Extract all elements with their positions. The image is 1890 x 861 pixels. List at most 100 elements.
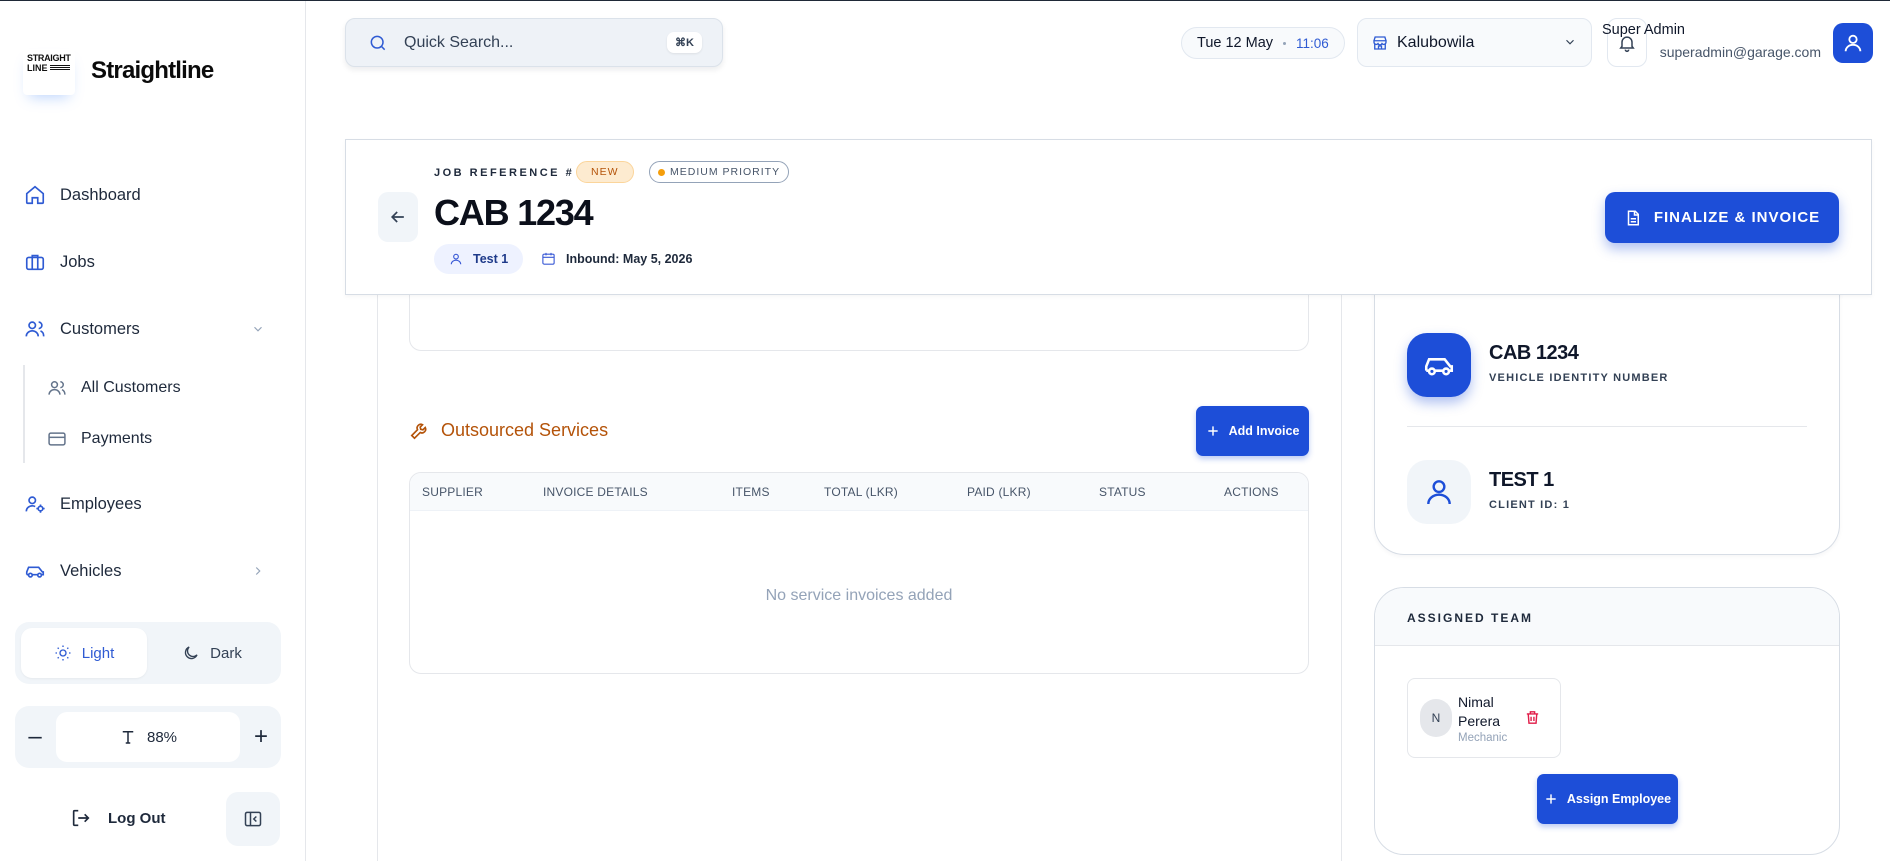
column-header-actions: ACTIONS — [1224, 485, 1279, 499]
brand-name[interactable]: Straightline — [91, 57, 214, 85]
branch-value: Kalubowila — [1397, 33, 1475, 51]
client-id: CLIENT ID: 1 — [1489, 499, 1571, 511]
sidebar-item-jobs[interactable]: Jobs — [24, 251, 95, 273]
users-icon — [24, 318, 46, 340]
assign-employee-button[interactable]: Assign Employee — [1537, 774, 1678, 824]
column-header-invoice-details: INVOICE DETAILS — [543, 485, 648, 499]
chevron-down-icon[interactable] — [251, 322, 265, 336]
priority-label: MEDIUM PRIORITY — [670, 166, 781, 178]
user-email: superadmin@garage.com — [1659, 44, 1821, 60]
column-header-status: STATUS — [1099, 485, 1146, 499]
column-header-items: ITEMS — [732, 485, 770, 499]
zoom-value: 88% — [56, 712, 240, 762]
users-icon — [47, 378, 67, 398]
sidebar-item-label: Dashboard — [60, 185, 141, 204]
branch-select[interactable]: Kalubowila — [1357, 18, 1592, 67]
zoom-out-button[interactable]: – — [15, 706, 55, 768]
plus-icon — [1544, 792, 1558, 806]
outsourced-services-heading: Outsourced Services — [409, 419, 608, 441]
zoom-in-button[interactable]: + — [241, 706, 281, 768]
theme-toggle: Light Dark — [15, 622, 281, 684]
user-icon — [1407, 460, 1471, 524]
add-invoice-label: Add Invoice — [1228, 424, 1300, 438]
job-header: JOB REFERENCE # NEW MEDIUM PRIORITY CAB … — [345, 139, 1872, 295]
zoom-percent: 88% — [146, 728, 178, 746]
user-icon — [449, 252, 463, 266]
member-role: Mechanic — [1458, 732, 1508, 744]
chevron-right-icon[interactable] — [251, 564, 265, 578]
sidebar-item-label: Employees — [60, 494, 142, 513]
assign-employee-label: Assign Employee — [1566, 792, 1672, 806]
quick-search-input[interactable]: Quick Search... ⌘K — [345, 18, 723, 67]
user-name: Super Admin — [1601, 22, 1685, 38]
job-reference-label: JOB REFERENCE # — [434, 167, 575, 179]
priority-dot — [658, 168, 665, 176]
customer-chip[interactable]: Test 1 — [434, 244, 524, 274]
plus-icon — [1206, 424, 1220, 438]
sidebar-item-label: Payments — [81, 430, 153, 447]
divider — [1407, 426, 1807, 427]
assigned-team-title: ASSIGNED TEAM — [1407, 611, 1534, 625]
chevron-down-icon — [1563, 35, 1577, 49]
finalize-invoice-button[interactable]: FINALIZE & INVOICE — [1605, 192, 1839, 243]
font-zoom-control: – 88% + — [15, 706, 281, 768]
sidebar-item-all-customers[interactable]: All Customers — [47, 378, 181, 398]
car-icon — [1407, 333, 1471, 397]
finalize-invoice-label: FINALIZE & INVOICE — [1653, 209, 1821, 226]
sidebar-item-payments[interactable]: Payments — [47, 429, 152, 449]
search-icon — [368, 33, 388, 53]
sun-icon — [54, 644, 72, 662]
briefcase-icon — [24, 251, 46, 273]
customer-name: Test 1 — [473, 252, 509, 266]
logo-stripes — [49, 65, 70, 71]
sidebar-item-employees[interactable]: Employees — [24, 493, 142, 515]
column-header-paid: PAID (LKR) — [967, 485, 1031, 499]
document-icon — [1624, 209, 1642, 227]
sidebar-item-label: All Customers — [81, 379, 181, 396]
assigned-team-card: ASSIGNED TEAM N Nimal Perera Mechanic As… — [1374, 587, 1840, 855]
inbound-date: Inbound: May 5, 2026 — [541, 251, 692, 266]
sidebar-item-dashboard[interactable]: Dashboard — [24, 184, 141, 206]
theme-dark-button[interactable]: Dark — [149, 628, 275, 678]
sidebar: STRAIGHT LINE Straightline Dashboard Job… — [0, 1, 306, 861]
logout-button[interactable]: Log Out — [70, 807, 165, 829]
sidebar-item-label: Jobs — [60, 252, 95, 271]
logout-label: Log Out — [108, 809, 166, 827]
sidebar-item-label: Customers — [60, 319, 140, 338]
home-icon — [24, 184, 46, 206]
theme-dark-label: Dark — [210, 644, 242, 662]
subnav-line — [23, 365, 25, 463]
logo-text-line2: LINE — [27, 63, 48, 73]
collapse-sidebar-button[interactable] — [226, 792, 280, 846]
sidebar-item-customers[interactable]: Customers — [24, 318, 270, 340]
inbound-date-text: Inbound: May 5, 2026 — [566, 251, 693, 266]
moon-icon — [182, 644, 200, 662]
sidebar-item-vehicles[interactable]: Vehicles — [24, 560, 121, 582]
table-header: SUPPLIER INVOICE DETAILS ITEMS TOTAL (LK… — [410, 473, 1308, 511]
theme-light-button[interactable]: Light — [21, 628, 147, 678]
car-icon — [24, 560, 46, 582]
user-avatar-button[interactable] — [1833, 23, 1873, 63]
search-placeholder: Quick Search... — [404, 33, 514, 51]
team-member-card: N Nimal Perera Mechanic — [1407, 678, 1561, 758]
credit-card-icon — [47, 429, 67, 449]
add-invoice-button[interactable]: Add Invoice — [1196, 406, 1309, 456]
status-badge: NEW — [576, 161, 634, 183]
priority-badge: MEDIUM PRIORITY — [649, 161, 790, 183]
store-icon — [1371, 34, 1389, 52]
assigned-team-header: ASSIGNED TEAM — [1375, 588, 1839, 646]
trash-icon[interactable] — [1524, 709, 1541, 726]
user-cog-icon — [24, 493, 46, 515]
back-button[interactable] — [378, 192, 418, 242]
current-date: Tue 12 May — [1197, 35, 1274, 51]
page-title: CAB 1234 — [434, 192, 594, 233]
search-shortcut-badge: ⌘K — [667, 32, 702, 53]
brand-logo[interactable]: STRAIGHT LINE — [23, 49, 75, 95]
client-name: TEST 1 — [1489, 469, 1554, 491]
datetime-display: Tue 12 May 11:06 — [1181, 27, 1345, 59]
user-icon — [1842, 32, 1864, 54]
service-invoices-table: SUPPLIER INVOICE DETAILS ITEMS TOTAL (LK… — [409, 472, 1309, 674]
sidebar-item-label: Vehicles — [60, 561, 122, 580]
member-name: Nimal Perera — [1458, 694, 1501, 729]
empty-state-message: No service invoices added — [765, 587, 953, 604]
